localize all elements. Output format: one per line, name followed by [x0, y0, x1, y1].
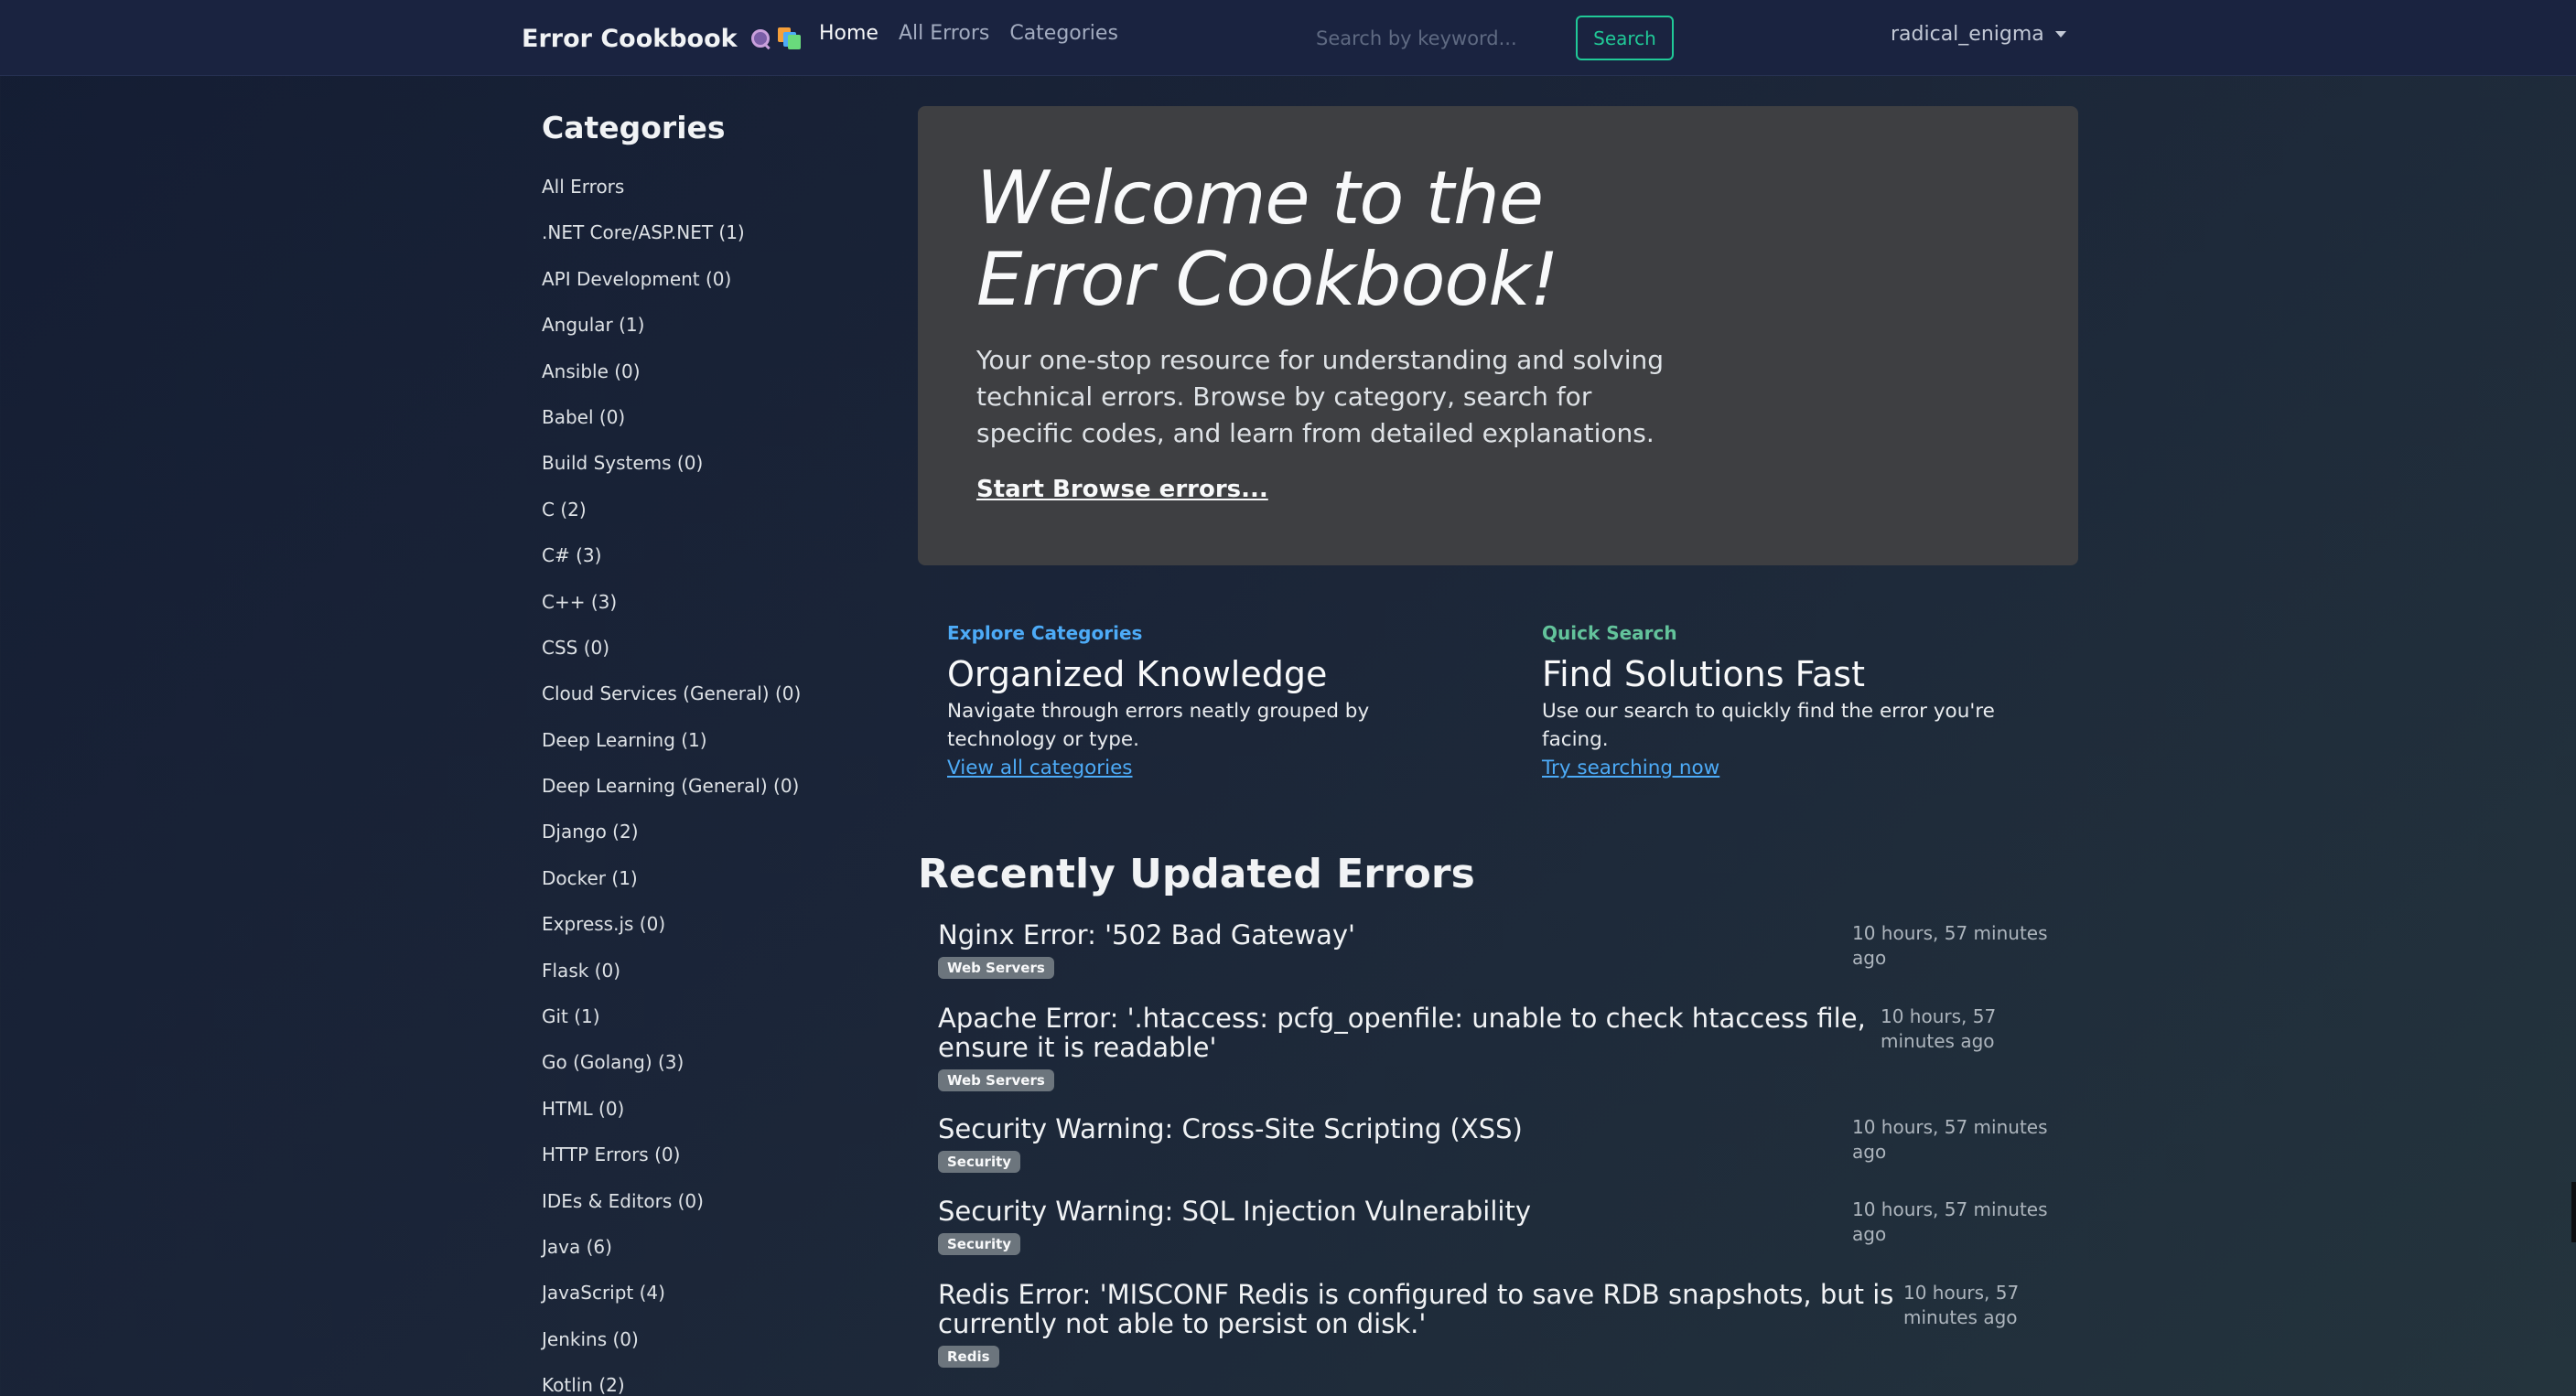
sidebar-category-item[interactable]: Git (1): [542, 1005, 871, 1051]
caret-down-icon[interactable]: [2054, 31, 2066, 38]
feature-text: Use our search to quickly find the error…: [1542, 700, 1995, 751]
nav-link-all-errors[interactable]: All Errors: [899, 22, 989, 45]
sidebar-category-item[interactable]: Babel (0): [542, 406, 871, 452]
sidebar-category-item[interactable]: Java (6): [542, 1236, 871, 1282]
error-list-item[interactable]: Security Warning: Cross-Site Scripting (…: [938, 1114, 2059, 1173]
username[interactable]: radical_enigma: [1891, 23, 2044, 46]
sidebar-category-item[interactable]: JavaScript (4): [542, 1282, 871, 1327]
brand-logo[interactable]: Error Cookbook: [522, 20, 802, 57]
sidebar-category-item[interactable]: Deep Learning (1): [542, 729, 871, 775]
sidebar-category-item[interactable]: CSS (0): [542, 637, 871, 682]
top-navbar: Error Cookbook Home All Errors Categorie…: [0, 0, 2576, 76]
sidebar-category-item[interactable]: IDEs & Editors (0): [542, 1190, 871, 1236]
magnifier-icon: [750, 28, 771, 48]
sidebar-category-item[interactable]: Go (Golang) (3): [542, 1051, 871, 1097]
sidebar-category-item[interactable]: Angular (1): [542, 314, 871, 360]
error-list-item[interactable]: Security Warning: SQL Injection Vulnerab…: [938, 1197, 2059, 1255]
feature-quick-search: Quick Search Find Solutions Fast Use our…: [1542, 622, 2036, 782]
recent-errors-title: Recently Updated Errors: [918, 851, 1475, 897]
sidebar-category-item[interactable]: Flask (0): [542, 960, 871, 1005]
nav-link-categories[interactable]: Categories: [1009, 22, 1118, 45]
nav-links: Home All Errors Categories: [819, 22, 1118, 45]
brand-name[interactable]: Error Cookbook: [522, 25, 738, 53]
error-title-link[interactable]: Security Warning: SQL Injection Vulnerab…: [938, 1197, 1835, 1226]
error-timestamp: 10 hours, 57 minutes ago: [1852, 1116, 2048, 1163]
category-badge: Web Servers: [938, 957, 1054, 979]
feature-title: Organized Knowledge: [947, 654, 1328, 694]
error-title-link[interactable]: Security Warning: Cross-Site Scripting (…: [938, 1114, 1835, 1144]
category-badge: Web Servers: [938, 1069, 1054, 1091]
category-badge: Redis: [938, 1346, 999, 1368]
sidebar-category-item[interactable]: Django (2): [542, 821, 871, 866]
category-list: All Errors .NET Core/ASP.NET (1) API Devel…: [542, 176, 871, 1396]
sidebar-category-item[interactable]: HTTP Errors (0): [542, 1144, 871, 1189]
error-timestamp: 10 hours, 57 minutes ago: [1903, 1282, 2020, 1328]
feature-eyebrow: Explore Categories: [947, 622, 1143, 644]
start-browse-link[interactable]: Start Browse errors...: [976, 476, 1268, 503]
search-input[interactable]: [1299, 16, 1565, 60]
category-badge: Security: [938, 1151, 1021, 1173]
error-title-link[interactable]: Apache Error: '.htaccess: pcfg_openfile:…: [938, 1004, 1871, 1062]
scrollbar-thumb[interactable]: [2571, 1182, 2576, 1242]
hero-title: Welcome to the Error Cookbook!: [976, 157, 1727, 320]
sidebar-category-item[interactable]: Build Systems (0): [542, 452, 871, 498]
sidebar-category-item[interactable]: Jenkins (0): [542, 1328, 871, 1374]
hero-description: Your one-stop resource for understanding…: [976, 345, 1665, 448]
sidebar-category-item[interactable]: .NET Core/ASP.NET (1): [542, 221, 871, 267]
books-icon: [777, 27, 802, 49]
feature-explore-categories: Explore Categories Organized Knowledge N…: [947, 622, 1441, 782]
error-timestamp: 10 hours, 57 minutes ago: [1881, 1005, 1997, 1052]
sidebar-category-item[interactable]: API Development (0): [542, 268, 871, 314]
category-badge: Security: [938, 1233, 1021, 1255]
try-searching-link[interactable]: Try searching now: [1542, 754, 1719, 782]
sidebar-category-item[interactable]: Cloud Services (General) (0): [542, 682, 871, 728]
sidebar-category-item[interactable]: C++ (3): [542, 591, 871, 637]
sidebar-category-item[interactable]: Express.js (0): [542, 913, 871, 959]
feature-eyebrow: Quick Search: [1542, 622, 1677, 644]
error-list-item[interactable]: Nginx Error: '502 Bad Gateway' Web Serve…: [938, 920, 2059, 979]
error-title-link[interactable]: Redis Error: 'MISCONF Redis is configure…: [938, 1280, 1899, 1338]
error-timestamp: 10 hours, 57 minutes ago: [1852, 1198, 2048, 1245]
view-all-categories-link[interactable]: View all categories: [947, 754, 1133, 782]
feature-title: Find Solutions Fast: [1542, 654, 1865, 694]
error-list-item[interactable]: Redis Error: 'MISCONF Redis is configure…: [938, 1280, 2059, 1368]
error-title-link[interactable]: Nginx Error: '502 Bad Gateway': [938, 920, 1835, 950]
hero-title-line-1: Welcome to the: [976, 156, 1544, 241]
sidebar-category-item[interactable]: All Errors: [542, 176, 871, 221]
error-timestamp: 10 hours, 57 minutes ago: [1852, 922, 2048, 969]
sidebar-title: Categories: [542, 110, 726, 145]
sidebar-category-item[interactable]: Deep Learning (General) (0): [542, 775, 871, 821]
search-button[interactable]: Search: [1576, 16, 1674, 60]
sidebar-category-item[interactable]: C (2): [542, 499, 871, 544]
error-list-item[interactable]: Apache Error: '.htaccess: pcfg_openfile:…: [938, 1004, 2059, 1091]
hero-title-line-2: Error Cookbook!: [976, 237, 1559, 322]
sidebar-category-item[interactable]: Kotlin (2): [542, 1374, 871, 1396]
sidebar-category-item[interactable]: C# (3): [542, 544, 871, 590]
nav-link-home[interactable]: Home: [819, 22, 878, 45]
sidebar-category-item[interactable]: Docker (1): [542, 867, 871, 913]
welcome-hero: Welcome to the Error Cookbook! Your one-…: [918, 106, 2078, 565]
user-menu[interactable]: radical_enigma: [1891, 23, 2066, 46]
categories-sidebar: Categories All Errors .NET Core/ASP.NET (…: [542, 110, 871, 1396]
sidebar-category-item[interactable]: HTML (0): [542, 1098, 871, 1144]
sidebar-category-item[interactable]: Ansible (0): [542, 360, 871, 406]
feature-text: Navigate through errors neatly grouped b…: [947, 700, 1370, 751]
